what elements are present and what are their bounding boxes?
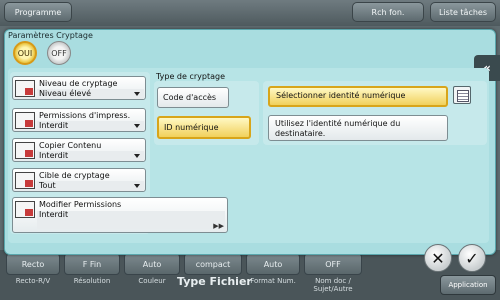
cible-cryptage-setting[interactable]: Cible de cryptage Tout <box>12 168 146 192</box>
liste-taches-button[interactable]: Liste tâches <box>430 2 496 22</box>
caption-couleur: Couleur <box>138 277 166 285</box>
setting-value: Tout <box>37 181 144 191</box>
code-acces-button[interactable]: Code d'accès <box>157 87 229 108</box>
lock-icon <box>15 80 35 97</box>
setting-label: Permissions d'impress. <box>39 111 131 120</box>
programme-button[interactable]: Programme <box>4 2 72 22</box>
setting-label: Cible de cryptage <box>39 171 110 180</box>
chevron-down-icon <box>134 124 140 128</box>
copy-content-icon <box>15 142 35 159</box>
use-recipient-id-button[interactable]: Utilisez l'identité numérique du destina… <box>268 115 448 141</box>
forward-icon: ▶▶ <box>213 222 224 230</box>
type-fichier-label: Type Fichier <box>177 275 252 288</box>
check-icon[interactable]: ✓ <box>458 244 486 272</box>
niveau-cryptage-setting[interactable]: Niveau de cryptage Niveau élevé <box>12 76 146 100</box>
copier-contenu-setting[interactable]: Copier Contenu Interdit <box>12 138 146 162</box>
type-fichier-cell[interactable]: compact <box>184 253 242 275</box>
dialog-title: Paramètres Cryptage <box>8 31 93 40</box>
chevron-down-icon <box>134 92 140 96</box>
chevron-down-icon <box>134 184 140 188</box>
list-icon[interactable] <box>453 86 471 104</box>
format-num-cell[interactable]: Auto <box>246 253 300 275</box>
setting-label: Modifier Permissions <box>39 200 122 209</box>
setting-label: Niveau de cryptage <box>39 79 118 88</box>
rch-fon-button[interactable]: Rch fon. <box>352 2 424 22</box>
chevron-down-icon <box>134 154 140 158</box>
crypt-type-title: Type de cryptage <box>156 72 225 81</box>
setting-value: Interdit <box>37 211 225 229</box>
toggle-off-button[interactable]: OFF <box>47 41 71 65</box>
nom-doc-cell[interactable]: OFF <box>304 253 362 275</box>
id-numerique-button[interactable]: ID numérique <box>157 116 251 139</box>
top-bar <box>0 0 500 26</box>
caption-format: Format Num. <box>250 277 296 285</box>
select-digital-id-button[interactable]: Sélectionner identité numérique <box>268 86 448 107</box>
close-icon[interactable]: ✕ <box>424 244 452 272</box>
caption-recto: Recto-R/V <box>15 277 51 285</box>
recto-cell[interactable]: Recto <box>6 253 60 275</box>
caption-nom-doc: Nom doc / Sujet/Autre <box>313 277 353 293</box>
setting-value: Interdit <box>37 121 144 131</box>
setting-label: Copier Contenu <box>39 141 102 150</box>
setting-value: Interdit <box>37 151 144 161</box>
target-icon <box>15 172 35 189</box>
edit-permission-icon <box>15 201 35 218</box>
finesse-cell[interactable]: F Fin <box>64 253 120 275</box>
printer-permission-icon <box>15 112 35 129</box>
caption-resolution: Résolution <box>73 277 111 285</box>
setting-value: Niveau élevé <box>37 89 144 99</box>
modifier-permissions-setting[interactable]: Modifier Permissions Interdit ▶▶ <box>12 197 228 233</box>
application-button[interactable]: Application <box>440 275 496 295</box>
toggle-oui-button[interactable]: OUI <box>13 41 37 65</box>
permissions-impress-setting[interactable]: Permissions d'impress. Interdit <box>12 108 146 132</box>
couleur-cell[interactable]: Auto <box>124 253 180 275</box>
